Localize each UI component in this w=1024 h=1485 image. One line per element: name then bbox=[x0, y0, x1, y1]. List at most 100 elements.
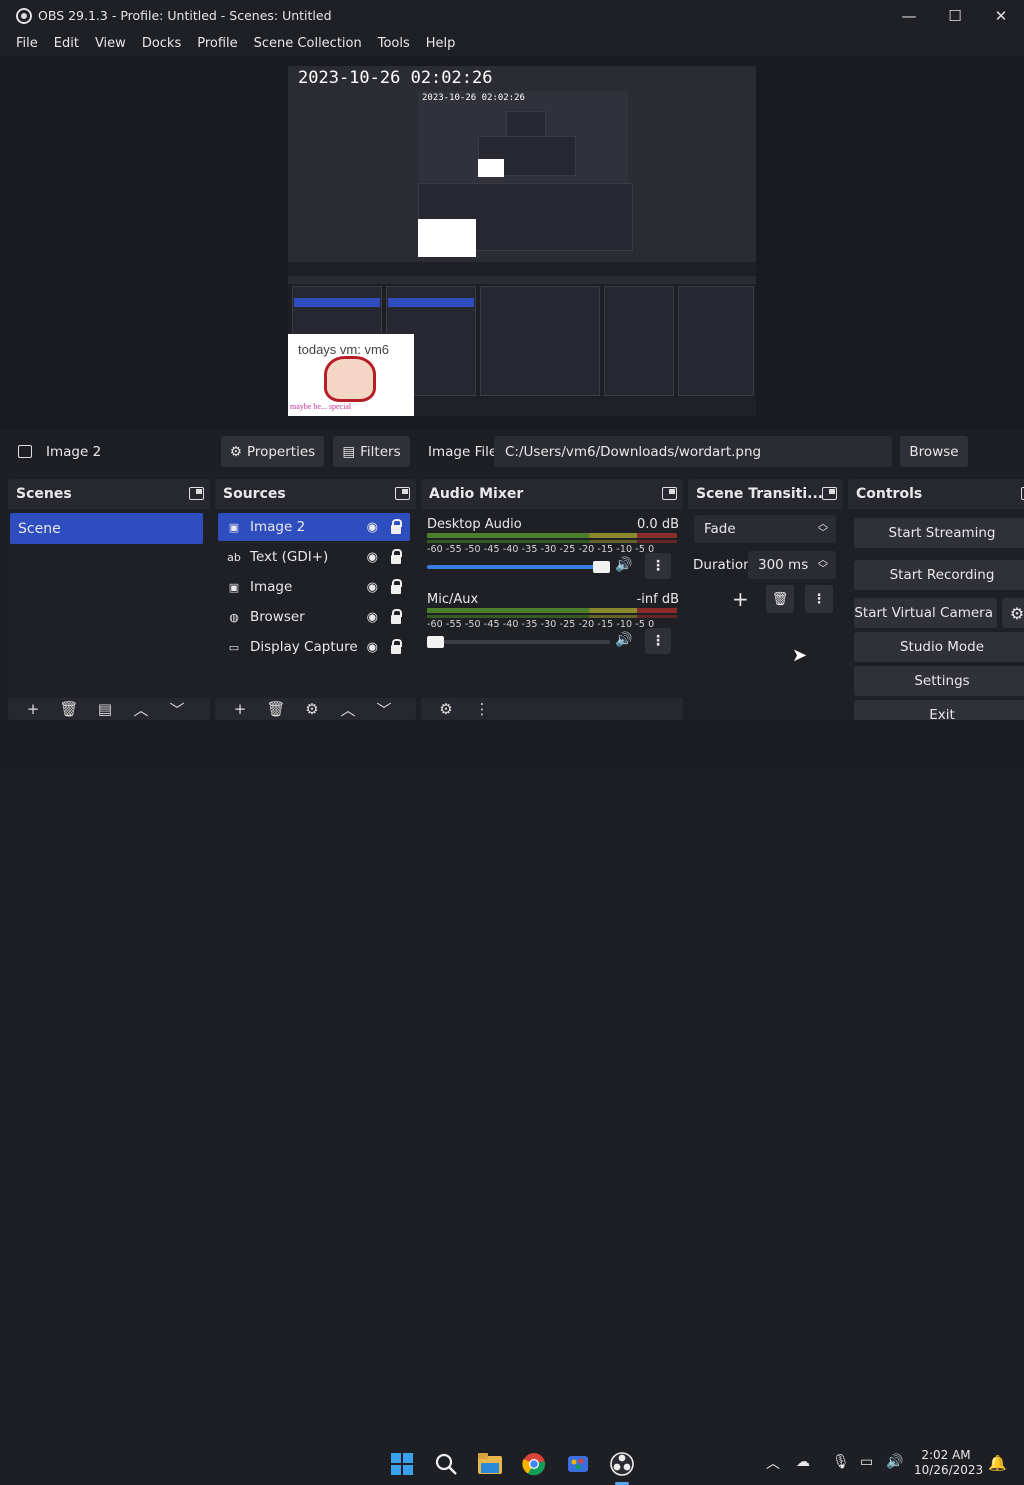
menu-edit[interactable]: Edit bbox=[54, 36, 79, 51]
paint-app-icon[interactable] bbox=[566, 1452, 590, 1476]
arrow-up-icon[interactable]: ︿ bbox=[130, 699, 152, 720]
preview-canvas[interactable]: 2023-10-26 02:02:26 2023-10-26 02:02:26 … bbox=[288, 66, 756, 416]
menu-docks[interactable]: Docks bbox=[142, 36, 181, 51]
add-icon[interactable]: + bbox=[229, 700, 251, 718]
notification-bell-icon[interactable]: 🔔 bbox=[988, 1454, 1007, 1472]
file-explorer-icon[interactable] bbox=[478, 1452, 502, 1476]
transition-properties-button[interactable]: ⋮ bbox=[805, 585, 833, 613]
menu-view[interactable]: View bbox=[95, 36, 126, 51]
start-recording-button[interactable]: Start Recording bbox=[854, 560, 1024, 590]
image-icon: ▣ bbox=[228, 580, 240, 594]
lock-icon[interactable] bbox=[391, 609, 402, 624]
lock-icon[interactable] bbox=[391, 579, 402, 594]
sources-list: ▣ Image 2 ◉ ab Text (GDI+) ◉ ▣ Image ◉ ◍… bbox=[215, 509, 416, 720]
mouse-cursor-icon: ➤ bbox=[792, 645, 808, 666]
window-controls: — ☐ ✕ bbox=[886, 0, 1024, 31]
speaker-icon[interactable]: 🔊 bbox=[615, 632, 632, 648]
exit-button[interactable]: Exit bbox=[854, 700, 1024, 720]
network-icon[interactable]: ▭ bbox=[860, 1454, 873, 1470]
trash-icon[interactable]: 🗑 bbox=[265, 700, 287, 718]
scene-item[interactable]: Scene bbox=[10, 513, 203, 544]
virtual-camera-settings-button[interactable]: ⚙ bbox=[1002, 598, 1024, 628]
chrome-icon[interactable] bbox=[522, 1452, 546, 1476]
nested-source-selected bbox=[388, 298, 474, 307]
cloud-icon[interactable]: ☁ bbox=[796, 1454, 810, 1470]
arrow-down-icon[interactable]: ﹀ bbox=[373, 699, 395, 720]
eye-icon[interactable]: ◉ bbox=[367, 640, 378, 655]
eye-icon[interactable]: ◉ bbox=[367, 550, 378, 565]
filter-icon[interactable]: ▤ bbox=[94, 700, 116, 718]
speaker-icon[interactable]: 🔊 bbox=[615, 557, 632, 573]
sources-header: Sources bbox=[215, 479, 416, 509]
channel-db: 0.0 dB bbox=[637, 517, 679, 532]
trash-icon[interactable]: 🗑 bbox=[58, 700, 80, 718]
add-icon[interactable]: + bbox=[22, 700, 44, 718]
title-bar: OBS 29.1.3 - Profile: Untitled - Scenes:… bbox=[0, 0, 1024, 31]
clock[interactable]: 2:02 AM 10/26/2023 bbox=[914, 1448, 983, 1478]
source-row[interactable]: ab Text (GDI+) ◉ bbox=[218, 543, 410, 571]
image-icon: ▣ bbox=[228, 520, 240, 534]
controls-dock: Controls Start Streaming Start Recording… bbox=[848, 479, 1024, 720]
undock-icon[interactable] bbox=[662, 487, 677, 500]
gear-icon[interactable]: ⚙ bbox=[301, 700, 323, 718]
undock-icon[interactable] bbox=[395, 487, 410, 500]
undock-icon[interactable] bbox=[822, 487, 837, 500]
source-row[interactable]: ▭ Display Capture ◉ bbox=[218, 633, 410, 661]
arrow-down-icon[interactable]: ﹀ bbox=[166, 699, 188, 720]
eye-icon[interactable]: ◉ bbox=[367, 520, 378, 535]
transition-select[interactable]: Fade ︿ ﹀ bbox=[694, 515, 836, 543]
more-icon[interactable]: ⋮ bbox=[471, 700, 493, 718]
menu-profile[interactable]: Profile bbox=[197, 36, 237, 51]
menu-tools[interactable]: Tools bbox=[378, 36, 410, 51]
more-options-button[interactable]: ⋮ bbox=[645, 628, 671, 654]
chevron-up-icon[interactable]: ︿ bbox=[766, 1453, 780, 1473]
lock-icon[interactable] bbox=[391, 549, 402, 564]
volume-icon[interactable]: 🔊 bbox=[886, 1454, 903, 1470]
browse-button[interactable]: Browse bbox=[900, 436, 968, 467]
audio-mixer-header: Audio Mixer bbox=[421, 479, 683, 509]
image-file-path-field[interactable]: C:/Users/vm6/Downloads/wordart.png bbox=[494, 436, 892, 467]
chevron-updown-icon[interactable]: ︿ ﹀ bbox=[818, 556, 828, 575]
windows-start-icon[interactable] bbox=[390, 1452, 414, 1476]
lock-icon[interactable] bbox=[391, 639, 402, 654]
add-icon[interactable]: + bbox=[732, 587, 749, 611]
audio-mixer-title: Audio Mixer bbox=[429, 486, 524, 502]
volume-knob[interactable] bbox=[427, 636, 444, 648]
source-row[interactable]: ▣ Image 2 ◉ bbox=[218, 513, 410, 541]
gear-icon[interactable]: ⚙ bbox=[435, 700, 457, 718]
lock-icon[interactable] bbox=[391, 519, 402, 534]
menu-scene-collection[interactable]: Scene Collection bbox=[254, 36, 362, 51]
studio-mode-button[interactable]: Studio Mode bbox=[854, 632, 1024, 662]
search-icon[interactable] bbox=[434, 1452, 458, 1476]
settings-button[interactable]: Settings bbox=[854, 666, 1024, 696]
microphone-icon[interactable]: 🎙 bbox=[832, 1454, 850, 1470]
scenes-dock: Scenes Scene + 🗑 ▤ ︿ ﹀ bbox=[8, 479, 210, 720]
eye-icon[interactable]: ◉ bbox=[367, 610, 378, 625]
undock-icon[interactable] bbox=[189, 487, 204, 500]
source-name: Browser bbox=[250, 609, 305, 625]
obs-taskbar-icon[interactable] bbox=[610, 1452, 634, 1476]
volume-slider[interactable] bbox=[427, 636, 610, 648]
chevron-updown-icon: ︿ ﹀ bbox=[818, 519, 828, 539]
arrow-up-icon[interactable]: ︿ bbox=[337, 699, 359, 720]
source-row[interactable]: ▣ Image ◉ bbox=[218, 573, 410, 601]
menu-file[interactable]: File bbox=[16, 36, 38, 51]
minimize-button[interactable]: — bbox=[886, 0, 932, 31]
properties-button[interactable]: ⚙ Properties bbox=[221, 436, 324, 467]
start-streaming-button[interactable]: Start Streaming bbox=[854, 518, 1024, 548]
source-context-bar: Image 2 ⚙ Properties ▤ Filters Image Fil… bbox=[0, 430, 1024, 474]
filters-button[interactable]: ▤ Filters bbox=[333, 436, 410, 467]
duration-spinbox[interactable]: 300 ms ︿ ﹀ bbox=[748, 551, 836, 579]
more-options-button[interactable]: ⋮ bbox=[645, 553, 671, 579]
volume-fill bbox=[427, 565, 602, 569]
nested-scene-selected bbox=[294, 298, 380, 307]
source-row[interactable]: ◍ Browser ◉ bbox=[218, 603, 410, 631]
maximize-button[interactable]: ☐ bbox=[932, 0, 978, 31]
start-virtual-camera-button[interactable]: Start Virtual Camera bbox=[854, 598, 997, 628]
volume-slider[interactable] bbox=[427, 561, 610, 573]
close-button[interactable]: ✕ bbox=[978, 0, 1024, 31]
menu-help[interactable]: Help bbox=[426, 36, 456, 51]
volume-knob[interactable] bbox=[593, 561, 610, 573]
eye-icon[interactable]: ◉ bbox=[367, 580, 378, 595]
delete-transition-button[interactable]: 🗑 bbox=[766, 585, 794, 613]
